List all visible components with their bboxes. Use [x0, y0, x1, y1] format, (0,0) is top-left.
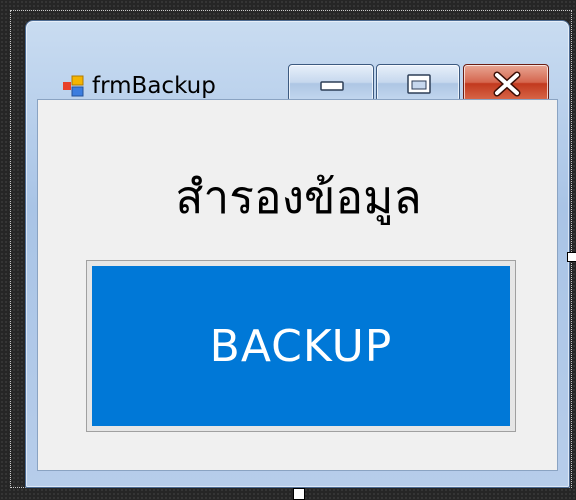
- backup-heading-label: สำรองข้อมูล: [175, 170, 422, 224]
- form-window[interactable]: frmBackup สำรองข้อมูล BACKUP: [25, 20, 570, 488]
- maximize-icon: [407, 74, 431, 94]
- form-icon: [62, 75, 84, 97]
- backup-button[interactable]: BACKUP: [92, 266, 510, 426]
- backup-button-frame: BACKUP: [86, 260, 516, 432]
- maximize-button[interactable]: [376, 64, 460, 102]
- designer-canvas: frmBackup สำรองข้อมูล BACKUP: [0, 0, 576, 500]
- close-icon: [493, 71, 521, 97]
- minimize-icon: [320, 81, 344, 91]
- form-client-area: สำรองข้อมูล BACKUP: [37, 99, 558, 471]
- close-button[interactable]: [463, 64, 549, 102]
- resize-handle-bottom[interactable]: [293, 488, 305, 500]
- resize-handle-right[interactable]: [567, 252, 576, 262]
- minimize-button[interactable]: [288, 64, 374, 102]
- title-bar[interactable]: frmBackup: [26, 21, 569, 102]
- window-title: frmBackup: [92, 73, 216, 99]
